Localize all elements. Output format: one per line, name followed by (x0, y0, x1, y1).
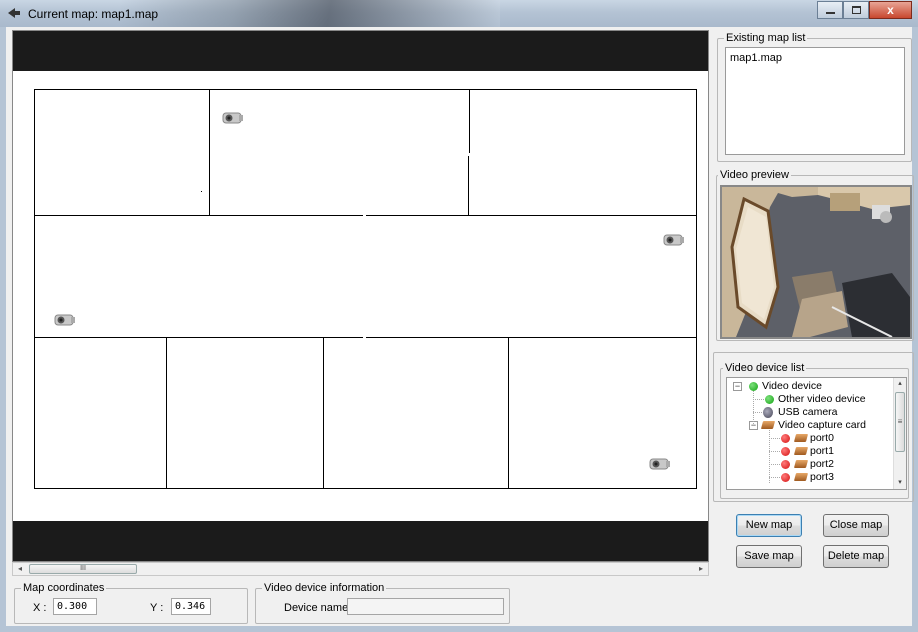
title-bar-glare (120, 0, 500, 27)
preview-wall-box (830, 193, 860, 211)
minimize-icon (826, 12, 835, 14)
device-list-group: Video device list − Video device Other v… (713, 352, 914, 502)
y-label: Y : (150, 602, 164, 614)
camera-icon[interactable] (54, 312, 76, 328)
video-preview-group: Video preview (716, 169, 914, 341)
new-map-button[interactable]: New map (736, 514, 802, 537)
y-coordinate-field[interactable]: 0.346 (171, 598, 211, 615)
device-list-label: Video device list (723, 362, 807, 374)
device-name-label: Device name: (284, 602, 352, 614)
map-canvas[interactable] (12, 30, 709, 562)
scroll-thumb[interactable]: III (29, 564, 137, 574)
device-name-field[interactable] (347, 598, 504, 615)
floor-plan-outline (34, 89, 697, 489)
x-coordinate-field[interactable]: 0.300 (53, 598, 97, 615)
map-coordinates-label: Map coordinates (21, 582, 107, 594)
device-info-group: Video device information Device name: (255, 582, 510, 624)
video-preview-frame (720, 185, 912, 339)
close-icon: x (887, 3, 894, 17)
device-list-inner-group: Video device list − Video device Other v… (720, 362, 909, 499)
scroll-down-icon[interactable]: ▾ (894, 477, 906, 489)
camera-icon[interactable] (649, 456, 671, 472)
video-preview-label: Video preview (718, 169, 791, 181)
tree-connector-lines (753, 391, 780, 484)
title-bar: Current map: map1.map x (0, 0, 918, 27)
device-tree[interactable]: − Video device Other video device USB ca… (726, 377, 907, 490)
floor-plan (34, 89, 697, 489)
window-title: Current map: map1.map (28, 7, 159, 21)
maximize-button[interactable] (843, 1, 869, 19)
camera-icon[interactable] (222, 110, 244, 126)
close-map-button[interactable]: Close map (823, 514, 889, 537)
device-tree-scrollbar[interactable]: ▴ ≡ ▾ (893, 378, 906, 489)
device-info-label: Video device information (262, 582, 387, 594)
map-list-group: Existing map list map1.map (717, 32, 912, 162)
minimize-button[interactable] (817, 1, 843, 19)
window-controls: x (817, 1, 912, 19)
video-preview-image (722, 187, 910, 337)
scroll-thumb[interactable]: ≡ (895, 392, 905, 452)
x-label: X : (33, 602, 47, 614)
save-map-button[interactable]: Save map (736, 545, 802, 568)
app-icon (8, 8, 20, 18)
scroll-up-icon[interactable]: ▴ (894, 378, 906, 390)
map-coordinates-group: Map coordinates X : 0.300 Y : 0.346 (14, 582, 248, 624)
scroll-right-icon[interactable]: ▸ (694, 563, 708, 575)
map-list-label: Existing map list (724, 32, 808, 44)
map-list-item[interactable]: map1.map (730, 52, 782, 64)
map-list[interactable]: map1.map (725, 47, 905, 155)
preview-object (880, 211, 892, 223)
camera-icon[interactable] (663, 232, 685, 248)
close-window-button[interactable]: x (869, 1, 912, 19)
floor-plan-dot (201, 191, 202, 192)
map-horizontal-scrollbar[interactable]: ◂ III ▸ (12, 562, 709, 576)
maximize-icon (852, 6, 861, 14)
scroll-left-icon[interactable]: ◂ (13, 563, 27, 575)
delete-map-button[interactable]: Delete map (823, 545, 889, 568)
